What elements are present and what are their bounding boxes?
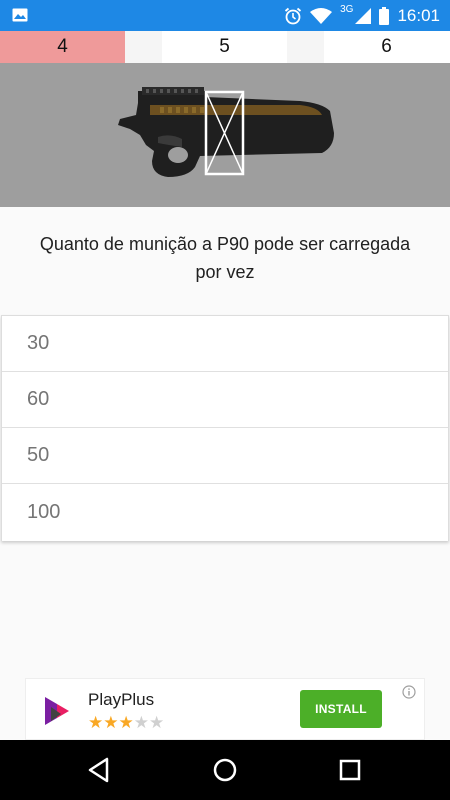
- clock: 16:01: [397, 5, 440, 25]
- question-text: Quanto de munição a P90 pode ser carrega…: [39, 234, 411, 282]
- status-icons: 3G 16:01: [284, 0, 440, 31]
- tab-divider: [287, 31, 324, 63]
- question-tabs: 4 5 6: [0, 31, 450, 63]
- ad-app-name: PlayPlus: [88, 690, 155, 709]
- status-bar: 3G 16:01: [0, 0, 450, 31]
- question-image: [0, 63, 450, 207]
- answer-option-4[interactable]: 100: [2, 484, 448, 541]
- battery-icon: [379, 6, 390, 25]
- answer-option-3[interactable]: 50: [2, 428, 448, 484]
- system-nav-bar: [0, 740, 450, 800]
- install-button[interactable]: INSTALL: [300, 690, 382, 728]
- answer-list: 30 60 50 100: [1, 315, 449, 541]
- star-filled-icon: ★: [103, 713, 119, 732]
- home-icon[interactable]: [209, 754, 241, 786]
- ad-banner[interactable]: PlayPlus ★★★★★ INSTALL: [25, 678, 425, 740]
- p90-weapon-image: [118, 87, 334, 177]
- tab-4[interactable]: 4: [0, 31, 125, 63]
- wifi-icon: [310, 7, 333, 24]
- back-icon[interactable]: [83, 754, 115, 786]
- alarm-icon: [285, 7, 302, 24]
- tab-5[interactable]: 5: [162, 31, 287, 63]
- recents-icon[interactable]: [334, 754, 366, 786]
- star-empty-icon: ★: [133, 713, 149, 732]
- network-type: 3G: [340, 4, 354, 15]
- answer-option-1[interactable]: 30: [2, 316, 448, 372]
- gallery-icon: [12, 8, 28, 22]
- star-filled-icon: ★: [88, 713, 104, 732]
- star-filled-icon: ★: [118, 713, 134, 732]
- tab-6[interactable]: 6: [324, 31, 449, 63]
- tab-divider: [125, 31, 162, 63]
- answer-option-2[interactable]: 60: [2, 372, 448, 428]
- playplus-logo-icon: [45, 697, 69, 725]
- ad-rating: ★★★★★: [88, 713, 164, 733]
- info-icon[interactable]: [402, 685, 416, 699]
- signal-icon: [355, 7, 372, 24]
- star-empty-icon: ★: [149, 713, 165, 732]
